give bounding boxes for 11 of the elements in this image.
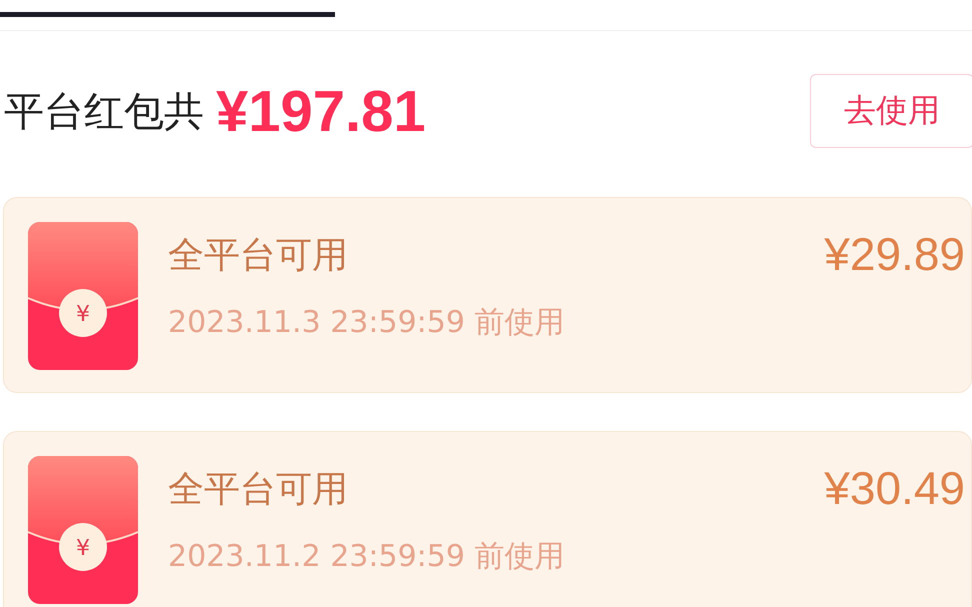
packet-title: 全平台可用: [168, 234, 349, 278]
summary-label: 平台红包共: [4, 88, 204, 136]
packet-amount: ¥30.49: [824, 461, 965, 516]
expiry-date: 2023.11.3 23:59:59 前使用: [168, 304, 566, 342]
envelope-icon: ¥: [28, 456, 138, 604]
use-button[interactable]: 去使用: [810, 74, 972, 148]
packet-amount: ¥29.89: [824, 227, 965, 282]
packet-title: 全平台可用: [168, 468, 349, 512]
envelope-icon: ¥: [28, 222, 138, 370]
expiry-date: 2023.11.2 23:59:59 前使用: [168, 538, 566, 576]
total-amount: ¥197.81: [216, 78, 426, 144]
